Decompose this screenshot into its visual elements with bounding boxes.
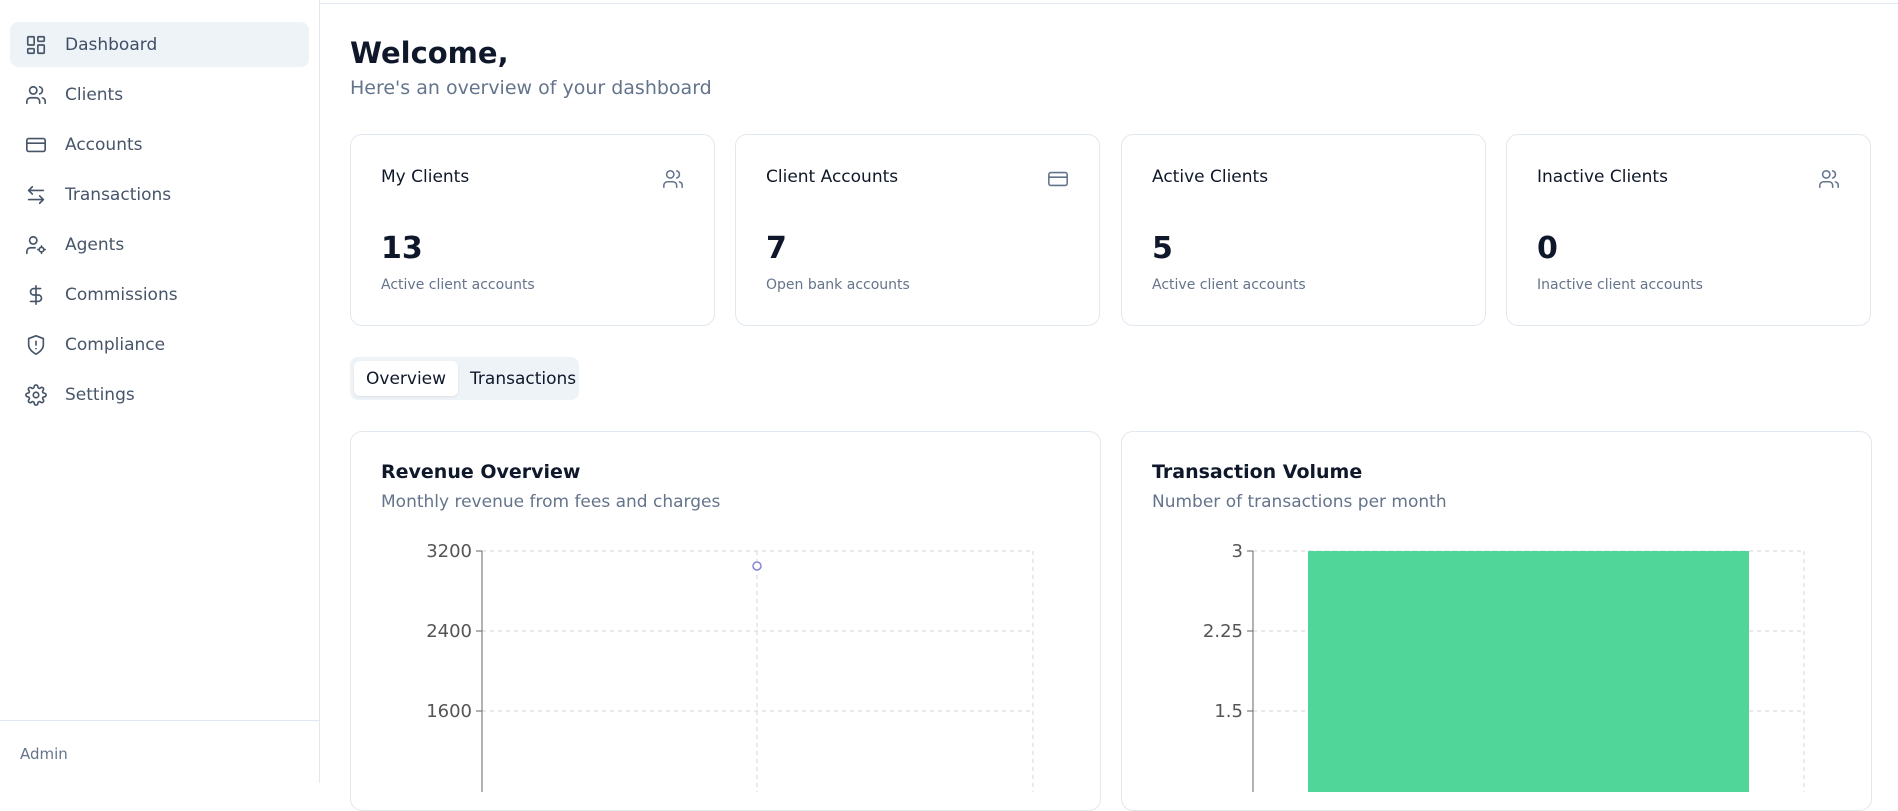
stat-card-my-clients: My Clients 13 Active client accounts bbox=[350, 134, 715, 326]
layout-dashboard-icon bbox=[25, 34, 47, 56]
y-tick-label: 1600 bbox=[426, 701, 472, 722]
credit-card-icon bbox=[1047, 168, 1069, 190]
revenue-line-chart: 3200 2400 1600 bbox=[426, 541, 1034, 792]
sidebar-item-accounts[interactable]: Accounts bbox=[10, 122, 309, 167]
stat-card-active-clients: Active Clients 5 Active client accounts bbox=[1121, 134, 1486, 326]
y-tick-label: 3 bbox=[1232, 541, 1243, 562]
stat-title: Client Accounts bbox=[766, 167, 899, 187]
stat-description: Open bank accounts bbox=[766, 277, 910, 293]
credit-card-icon bbox=[25, 134, 47, 156]
y-tick-label: 2.25 bbox=[1203, 621, 1243, 642]
user-role-label: Admin bbox=[20, 745, 68, 763]
sidebar-item-commissions[interactable]: Commissions bbox=[10, 272, 309, 317]
dollar-sign-icon bbox=[25, 284, 47, 306]
arrow-left-right-icon bbox=[25, 184, 47, 206]
sidebar-item-label: Commissions bbox=[65, 284, 178, 305]
stat-card-client-accounts: Client Accounts 7 Open bank accounts bbox=[735, 134, 1100, 326]
sidebar-item-label: Compliance bbox=[65, 334, 166, 355]
tab-transactions[interactable]: Transactions bbox=[458, 361, 588, 396]
y-tick-label: 1.5 bbox=[1214, 701, 1243, 722]
stat-description: Inactive client accounts bbox=[1537, 277, 1703, 293]
stat-title: Inactive Clients bbox=[1537, 167, 1668, 187]
stat-title: My Clients bbox=[381, 167, 470, 187]
stat-description: Active client accounts bbox=[1152, 277, 1306, 293]
sidebar-item-clients[interactable]: Clients bbox=[10, 72, 309, 117]
transaction-volume-bar-chart: 3 2.25 1.5 bbox=[1203, 541, 1805, 792]
settings-icon bbox=[25, 383, 47, 406]
dashboard-tabs: Overview Transactions bbox=[350, 357, 579, 400]
sidebar-item-transactions[interactable]: Transactions bbox=[10, 172, 309, 217]
stat-value: 13 bbox=[381, 231, 423, 266]
sidebar-nav: Dashboard Clients Accounts Transactions … bbox=[10, 22, 309, 422]
users-icon bbox=[25, 84, 47, 106]
shield-alert-icon bbox=[25, 334, 47, 356]
stat-card-inactive-clients: Inactive Clients 0 Inactive client accou… bbox=[1506, 134, 1871, 326]
line-data-point bbox=[752, 561, 762, 571]
sidebar: Dashboard Clients Accounts Transactions … bbox=[0, 0, 320, 783]
users-icon bbox=[662, 168, 684, 190]
y-tick-label: 2400 bbox=[426, 621, 472, 642]
revenue-overview-card: Revenue Overview Monthly revenue from fe… bbox=[350, 431, 1101, 811]
sidebar-item-label: Clients bbox=[65, 84, 124, 105]
sidebar-item-label: Transactions bbox=[65, 184, 172, 205]
sidebar-item-label: Settings bbox=[65, 384, 135, 405]
sidebar-item-agents[interactable]: Agents bbox=[10, 222, 309, 267]
page-title: Welcome, bbox=[350, 36, 509, 70]
stat-value: 7 bbox=[766, 231, 787, 266]
y-tick-label: 3200 bbox=[426, 541, 472, 562]
user-cog-icon bbox=[25, 234, 47, 256]
stat-value: 0 bbox=[1537, 231, 1558, 266]
sidebar-item-settings[interactable]: Settings bbox=[10, 372, 309, 417]
stat-description: Active client accounts bbox=[381, 277, 535, 293]
stat-value: 5 bbox=[1152, 231, 1173, 266]
sidebar-item-label: Dashboard bbox=[65, 34, 158, 55]
sidebar-item-label: Agents bbox=[65, 234, 125, 255]
sidebar-item-dashboard[interactable]: Dashboard bbox=[10, 22, 309, 67]
sidebar-item-label: Accounts bbox=[65, 134, 143, 155]
stat-title: Active Clients bbox=[1152, 167, 1269, 187]
tab-overview[interactable]: Overview bbox=[354, 361, 459, 396]
sidebar-item-compliance[interactable]: Compliance bbox=[10, 322, 309, 367]
users-icon bbox=[1818, 168, 1840, 190]
transaction-volume-card: Transaction Volume Number of transaction… bbox=[1121, 431, 1872, 811]
top-border bbox=[319, 0, 1898, 4]
sidebar-footer: Admin bbox=[0, 720, 319, 787]
page-subtitle: Here's an overview of your dashboard bbox=[350, 77, 712, 99]
bar bbox=[1308, 551, 1749, 792]
